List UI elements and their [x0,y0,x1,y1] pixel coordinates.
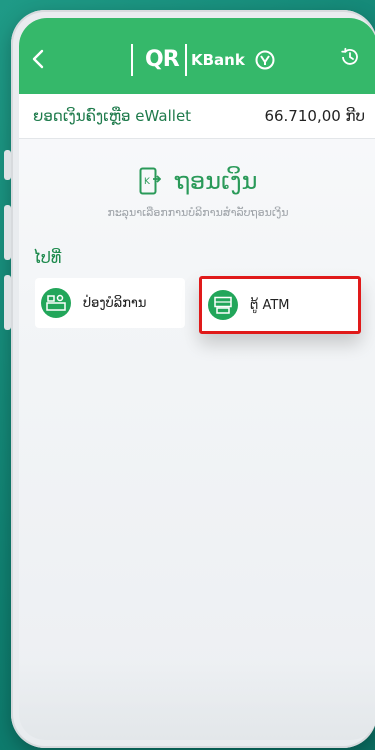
logo-bracket-left [131,44,143,76]
balance-label: ຍອດເງິນຄົງເຫຼືອ eWallet [33,107,192,125]
service-counter-label: ປ່ອງບໍລິການ [83,295,147,311]
phone-side-button-3 [4,275,11,330]
app-screen: QR KBank ຍອດເງິນຄົງເຫຼືອ eWallet 66.710,… [19,18,375,740]
goto-label: ໄປທີ່ [33,248,62,267]
back-button[interactable] [27,48,49,70]
atm-option[interactable]: ຕູ້ ATM [199,276,361,334]
logo-bracket-right [177,44,187,76]
withdraw-phone-icon: K [139,167,161,195]
balance-amount: 66.710,00 ກີບ [264,107,365,125]
bottom-fade [19,660,375,740]
page-subtitle: ກະລຸນາເລືອກການບໍລິການສຳລັບຖອນເງິນ [107,206,289,219]
history-clock-icon [341,47,358,65]
app-header: QR KBank [19,18,375,94]
service-counter-icon [41,288,71,318]
ewallet-balance-row: ຍອດເງິນຄົງເຫຼືອ eWallet 66.710,00 ກີບ [19,94,375,139]
kbank-qr-logo: QR KBank [131,44,279,76]
atm-label: ຕູ້ ATM [250,297,290,313]
logo-kbank-text: KBank [191,51,245,69]
phone-side-button-1 [4,150,11,180]
history-button[interactable] [339,46,361,68]
svg-text:K: K [144,177,151,187]
kbank-leaf-icon [255,50,275,70]
logo-qr-text: QR [145,47,180,72]
phone-frame: QR KBank ຍອດເງິນຄົງເຫຼືອ eWallet 66.710,… [11,10,375,748]
page-title-row: K ຖອນເງິນ [19,164,375,198]
service-counter-option[interactable]: ປ່ອງບໍລິການ [35,278,185,328]
phone-side-button-2 [4,205,11,260]
page-title: ຖອນເງິນ [174,167,258,195]
chevron-left-icon [32,49,44,69]
atm-icon [208,290,238,320]
